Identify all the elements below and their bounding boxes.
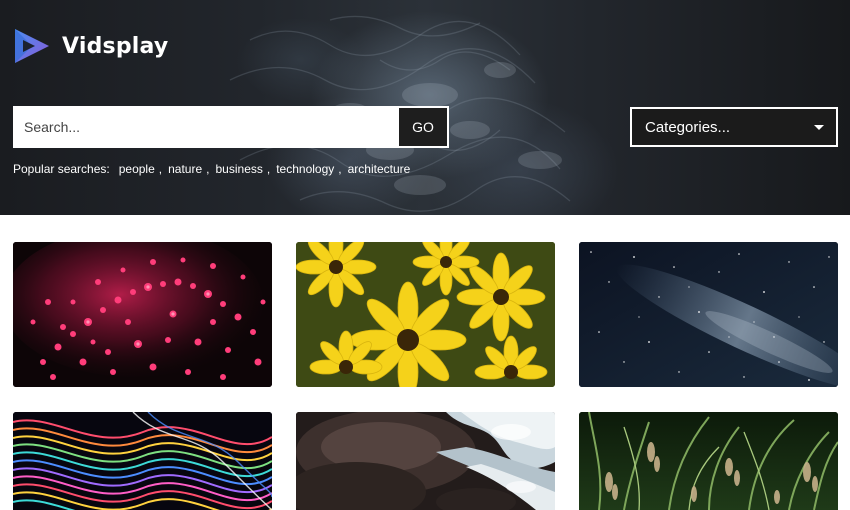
popular-searches-label: Popular searches:	[13, 162, 110, 176]
search-bar: GO	[13, 106, 449, 148]
water-rocks-image	[296, 412, 555, 510]
popular-searches: Popular searches: people, nature, busine…	[13, 162, 411, 176]
video-thumbnail-water-rocks[interactable]	[296, 412, 555, 510]
hero-banner: Vidsplay GO Popular searches: people, na…	[0, 0, 850, 215]
video-thumbnail-yellow-flowers[interactable]	[296, 242, 555, 387]
abstract-waves-image	[13, 412, 272, 510]
categories-dropdown[interactable]: Categories...	[630, 107, 838, 147]
brand-name: Vidsplay	[62, 33, 169, 59]
play-logo-icon	[15, 29, 49, 63]
video-thumbnail-bokeh-lights[interactable]	[13, 242, 272, 387]
popular-link-nature[interactable]: nature	[168, 162, 202, 176]
go-button[interactable]: GO	[399, 108, 447, 146]
chevron-down-icon	[814, 124, 824, 130]
categories-label: Categories...	[645, 118, 731, 136]
tall-grass-image	[579, 412, 838, 510]
video-thumbnail-tall-grass[interactable]	[579, 412, 838, 510]
popular-link-business[interactable]: business	[216, 162, 263, 176]
popular-link-technology[interactable]: technology	[276, 162, 334, 176]
brand-logo[interactable]: Vidsplay	[12, 25, 168, 67]
bokeh-lights-image	[13, 242, 272, 387]
video-thumbnail-abstract-waves[interactable]	[13, 412, 272, 510]
popular-link-architecture[interactable]: architecture	[348, 162, 411, 176]
milky-way-image	[579, 242, 838, 387]
video-thumbnail-milky-way[interactable]	[579, 242, 838, 387]
search-input[interactable]	[15, 108, 399, 146]
yellow-flowers-image	[296, 242, 555, 387]
popular-link-people[interactable]: people	[119, 162, 155, 176]
